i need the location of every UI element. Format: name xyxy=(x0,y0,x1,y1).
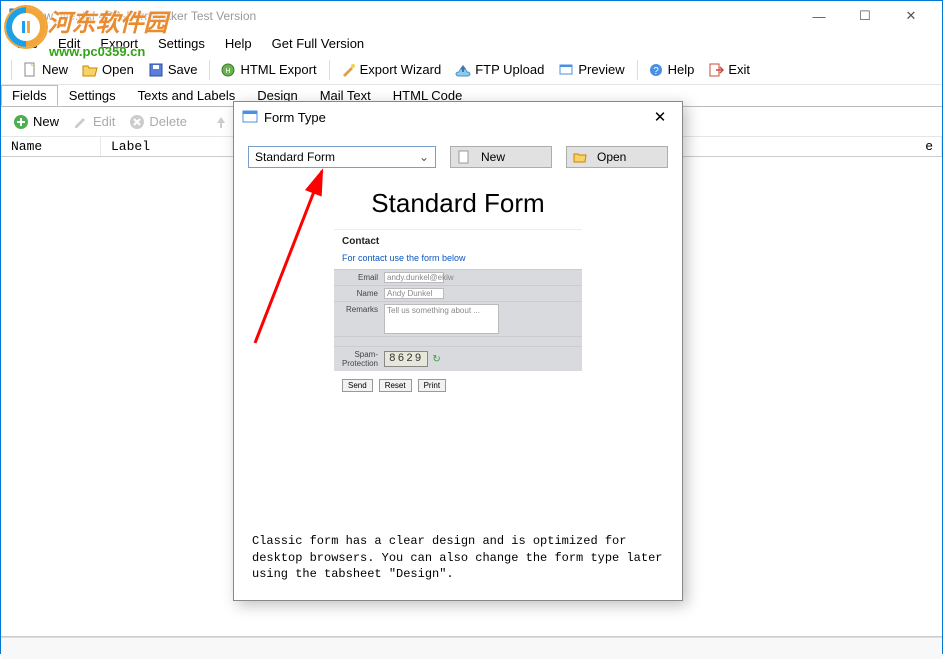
tb-help[interactable]: ?Help xyxy=(642,59,701,81)
plus-icon xyxy=(13,114,29,130)
chevron-down-icon: ⌄ xyxy=(416,150,432,164)
preview-row-name: Name Andy Dunkel xyxy=(334,285,582,301)
menu-help[interactable]: Help xyxy=(215,33,262,54)
preview-row-spam: Spam- Protection 8629 ↻ xyxy=(334,346,582,371)
combo-value: Standard Form xyxy=(255,150,335,164)
tb-open[interactable]: Open xyxy=(76,59,140,81)
menu-edit[interactable]: Edit xyxy=(48,33,90,54)
tb-new[interactable]: New xyxy=(16,59,74,81)
fields-new[interactable]: New xyxy=(7,111,65,133)
exit-icon xyxy=(708,62,724,78)
menu-export[interactable]: Export xyxy=(90,33,148,54)
app-icon xyxy=(9,8,25,24)
svg-text:H: H xyxy=(226,68,231,75)
fields-edit[interactable]: Edit xyxy=(67,111,121,133)
tab-settings[interactable]: Settings xyxy=(58,85,127,106)
tb-preview[interactable]: Preview xyxy=(552,59,630,81)
dialog-new-button[interactable]: New xyxy=(450,146,552,168)
dialog-description: Classic form has a clear design and is o… xyxy=(248,523,668,586)
titlebar: new_file.daf - DA-FormMaker Test Version… xyxy=(1,1,942,31)
col-name[interactable]: Name xyxy=(1,137,101,156)
menubar: File Edit Export Settings Help Get Full … xyxy=(1,31,942,55)
grid-footer xyxy=(1,637,942,659)
toolbar: New Open Save HHTML Export Export Wizard… xyxy=(1,55,942,85)
menu-file[interactable]: File xyxy=(7,33,48,54)
tb-htmlexport[interactable]: HHTML Export xyxy=(214,59,322,81)
window-title: new_file.daf - DA-FormMaker Test Version xyxy=(31,9,796,23)
open-folder-icon xyxy=(82,62,98,78)
preview-row-remarks: Remarks Tell us something about ... xyxy=(334,301,582,336)
save-icon xyxy=(148,62,164,78)
menu-settings[interactable]: Settings xyxy=(148,33,215,54)
preview-icon xyxy=(558,62,574,78)
preview-section: Contact xyxy=(342,236,574,247)
wizard-icon xyxy=(340,62,356,78)
delete-icon xyxy=(129,114,145,130)
form-type-combo[interactable]: Standard Form ⌄ xyxy=(248,146,436,168)
maximize-button[interactable]: ☐ xyxy=(842,1,888,31)
html-export-icon: H xyxy=(220,62,236,78)
refresh-icon: ↻ xyxy=(432,354,440,365)
preview-title: Standard Form xyxy=(371,188,544,219)
captcha-value: 8629 xyxy=(384,351,428,367)
open-folder-icon xyxy=(573,150,587,164)
dialog-close-button[interactable]: ✕ xyxy=(646,103,674,131)
pencil-icon xyxy=(73,114,89,130)
dialog-title-text: Form Type xyxy=(264,110,646,125)
svg-text:?: ? xyxy=(653,66,659,77)
ftp-upload-icon xyxy=(455,62,471,78)
fields-delete[interactable]: Delete xyxy=(123,111,193,133)
tb-ftpupload[interactable]: FTP Upload xyxy=(449,59,550,81)
form-type-dialog: Form Type ✕ Standard Form ⌄ New Open Sta… xyxy=(233,101,683,601)
preview-row-email: Email andy.dunkel@ekiw xyxy=(334,269,582,285)
menu-fullversion[interactable]: Get Full Version xyxy=(262,33,375,54)
form-preview: Contact For contact use the form below E… xyxy=(334,229,582,400)
col-e[interactable]: e xyxy=(887,137,942,156)
preview-hint: For contact use the form below xyxy=(342,253,574,263)
arrow-up-icon xyxy=(213,114,229,130)
tab-fields[interactable]: Fields xyxy=(1,85,58,106)
dialog-titlebar: Form Type ✕ xyxy=(234,102,682,132)
dialog-open-button[interactable]: Open xyxy=(566,146,668,168)
tb-save[interactable]: Save xyxy=(142,59,204,81)
minimize-button[interactable]: — xyxy=(796,1,842,31)
dialog-icon xyxy=(242,109,258,125)
tab-texts[interactable]: Texts and Labels xyxy=(127,85,247,106)
new-file-icon xyxy=(22,62,38,78)
close-button[interactable]: ✕ xyxy=(888,1,934,31)
new-file-icon xyxy=(457,150,471,164)
tb-exportwizard[interactable]: Export Wizard xyxy=(334,59,448,81)
tb-exit[interactable]: Exit xyxy=(702,59,756,81)
preview-buttons: Send Reset Print xyxy=(334,371,582,400)
help-icon: ? xyxy=(648,62,664,78)
